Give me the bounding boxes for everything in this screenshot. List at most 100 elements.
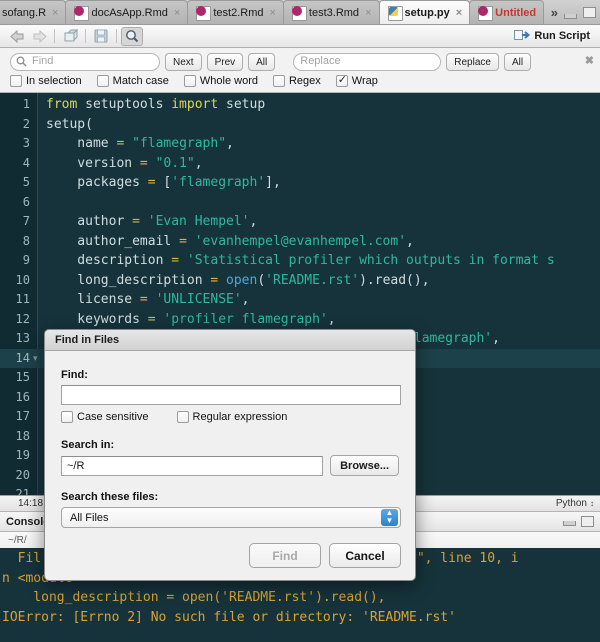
code-line[interactable]: 6 — [0, 193, 600, 213]
editor-tab-test3-rmd[interactable]: test3.Rmd × — [282, 0, 380, 24]
code-line[interactable]: 12 keywords = 'profiler flamegraph', — [0, 310, 600, 330]
line-number: 1 — [22, 97, 30, 111]
find-option-label: In selection — [26, 75, 82, 87]
browse-button[interactable]: Browse... — [330, 455, 399, 476]
minimize-pane-icon[interactable] — [564, 14, 577, 19]
line-number: 17 — [15, 409, 30, 423]
case-sensitive-checkbox[interactable] — [61, 411, 73, 423]
code-line[interactable]: 9 description = 'Statistical profiler wh… — [0, 251, 600, 271]
editor-language[interactable]: Python — [556, 498, 587, 509]
find-next-button[interactable]: Next — [165, 53, 202, 71]
rmarkdown-file-icon — [291, 6, 307, 21]
line-number: 16 — [15, 389, 30, 404]
line-number: 21 — [15, 487, 30, 495]
console-maximize-icon[interactable] — [581, 516, 594, 527]
toolbar-divider — [116, 29, 117, 43]
tab-label: setup.py — [404, 6, 450, 19]
editor-tab-docasapp-rmd[interactable]: docAsApp.Rmd × — [65, 0, 189, 24]
close-tab-icon[interactable]: × — [269, 7, 275, 19]
code-text: packages = ['flamegraph'], — [46, 175, 281, 190]
show-in-new-window-icon[interactable] — [59, 27, 81, 46]
code-text: version = "0.1", — [46, 155, 203, 171]
find-option-label: Match case — [112, 75, 169, 87]
search-these-files-label: Search these files: — [61, 491, 159, 503]
code-line[interactable]: 1 from setuptools import setup — [0, 95, 600, 115]
search-these-files-select[interactable]: All Files ▲ ▼ — [61, 507, 401, 528]
dialog-find-button[interactable]: Find — [249, 543, 321, 568]
code-line[interactable]: 2 setup( — [0, 115, 600, 135]
editor-tab-test2-rmd[interactable]: test2.Rmd × — [187, 0, 284, 24]
replace-input[interactable] — [293, 53, 442, 71]
find-replace-bar: Find Next Prev All Replace Replace All I… — [0, 48, 600, 93]
find-magnifier-icon[interactable] — [121, 26, 143, 46]
find-option-label: Wrap — [351, 75, 378, 87]
close-find-bar-icon[interactable]: ✖ — [585, 54, 594, 67]
run-script-button[interactable]: Run Script — [514, 29, 594, 44]
forward-arrow-icon[interactable] — [28, 27, 50, 46]
regular-expression-checkbox[interactable] — [176, 411, 189, 423]
tab-label: test2.Rmd — [213, 6, 264, 19]
save-icon[interactable] — [90, 27, 112, 46]
line-number: 4 — [22, 155, 30, 170]
code-fold-icon[interactable]: ▾ — [33, 349, 38, 369]
code-line[interactable]: 10 long_description = open('README.rst')… — [0, 271, 600, 291]
find-prev-button[interactable]: Prev — [206, 53, 244, 71]
line-number: 20 — [15, 467, 30, 482]
close-tab-icon[interactable]: × — [52, 7, 58, 19]
tab-label: test3.Rmd — [308, 6, 360, 19]
editor-tab-untitled[interactable]: Untitled — [469, 0, 545, 24]
find-option-checkbox-in-selection[interactable] — [10, 75, 22, 87]
code-line[interactable]: 5 packages = ['flamegraph'], — [0, 173, 600, 193]
console-line: long_description = open('README.rst').re… — [2, 590, 386, 605]
code-text: long_description = open('README.rst').re… — [46, 272, 430, 288]
code-line[interactable]: 11 license = 'UNLICENSE', — [0, 290, 600, 310]
tab-label: sofang.R — [2, 6, 47, 19]
close-tab-icon[interactable]: × — [365, 7, 371, 19]
code-line[interactable]: 4 version = "0.1", — [0, 154, 600, 174]
find-all-button[interactable]: All — [248, 53, 276, 71]
find-option-checkbox-wrap[interactable] — [335, 73, 348, 87]
line-number: 3 — [22, 136, 30, 150]
code-text: name = "flamegraph", — [46, 136, 234, 151]
code-line[interactable]: 3 name = "flamegraph", — [0, 134, 600, 154]
find-input[interactable] — [10, 53, 160, 71]
line-number: 18 — [15, 428, 30, 443]
find-option-checkbox-regex[interactable] — [272, 75, 285, 87]
language-chevron-icon[interactable]: ↕ — [590, 499, 594, 508]
run-script-label: Run Script — [534, 30, 590, 42]
maximize-pane-icon[interactable] — [583, 7, 596, 18]
replace-button[interactable]: Replace — [446, 53, 499, 71]
find-field-label: Find: — [61, 369, 88, 381]
run-script-icon — [514, 29, 531, 44]
editor-toolbar: Run Script — [0, 25, 600, 48]
find-option-checkbox-whole-word[interactable] — [183, 75, 196, 87]
console-minimize-icon[interactable] — [563, 521, 576, 526]
editor-tab-setup-py[interactable]: setup.py × — [378, 0, 471, 24]
tab-overflow-chevron-icon[interactable]: » — [551, 5, 558, 20]
search-in-input[interactable]: ~/R — [61, 455, 324, 476]
editor-tab-sofang-r[interactable]: sofang.R × — [0, 0, 67, 24]
case-sensitive-label: Case sensitive — [77, 411, 149, 423]
toolbar-divider — [54, 29, 55, 43]
dialog-cancel-button[interactable]: Cancel — [329, 543, 401, 568]
chevron-updown-icon: ▲ ▼ — [381, 509, 398, 526]
code-text: author = 'Evan Hempel', — [46, 214, 258, 229]
back-arrow-icon[interactable] — [6, 27, 28, 46]
replace-all-button[interactable]: All — [503, 53, 532, 71]
close-tab-icon[interactable]: × — [456, 7, 462, 19]
line-number: 13 — [15, 331, 30, 345]
search-in-label: Search in: — [61, 439, 115, 451]
code-line[interactable]: 7 author = 'Evan Hempel', — [0, 212, 600, 232]
code-line[interactable]: 8 author_email = 'evanhempel@evanhempel.… — [0, 232, 600, 252]
dialog-find-input[interactable] — [61, 385, 401, 405]
rmarkdown-file-icon — [74, 6, 90, 21]
find-option-checkbox-match-case[interactable] — [96, 75, 109, 87]
line-number: 6 — [22, 194, 30, 209]
find-options: In selection Match case Whole word Regex Wra… — [10, 73, 388, 87]
find-option-label: Regex — [288, 75, 321, 87]
tab-label: Untitled — [495, 6, 537, 19]
find-in-files-dialog: Find in Files Find: Case sensitive Regul… — [44, 329, 416, 581]
search-these-files-value: All Files — [70, 512, 109, 524]
console-title: Console — [6, 515, 50, 528]
close-tab-icon[interactable]: × — [174, 7, 180, 19]
